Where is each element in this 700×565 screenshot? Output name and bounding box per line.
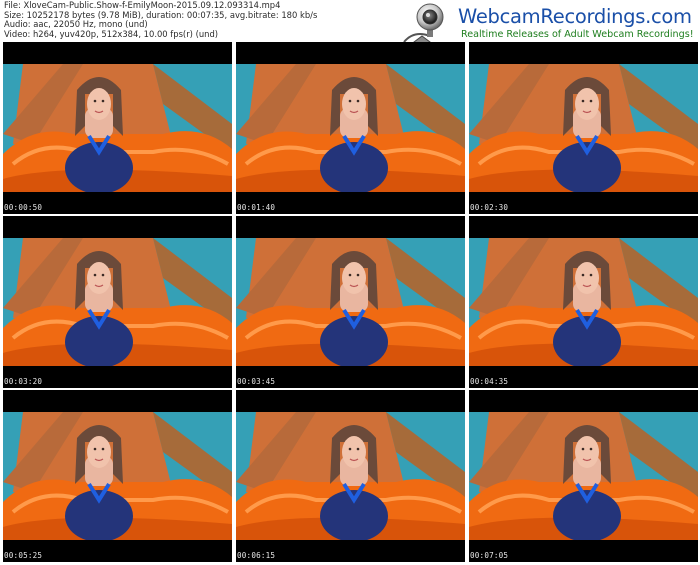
thumbnail[interactable]: 00:04:35 bbox=[469, 216, 698, 388]
timestamp: 00:03:45 bbox=[237, 377, 276, 386]
thumbnail-grid: 00:00:50 00:01:40 00:02:30 00:03:20 00:0… bbox=[3, 42, 698, 562]
video-frame bbox=[469, 64, 698, 192]
webcam-icon bbox=[403, 3, 444, 46]
thumbnail[interactable]: 00:00:50 bbox=[3, 42, 232, 214]
timestamp: 00:00:50 bbox=[4, 203, 43, 212]
video-frame bbox=[3, 412, 232, 540]
timestamp: 00:02:30 bbox=[470, 203, 509, 212]
logo-title: WebcamRecordings.com bbox=[458, 5, 692, 28]
file-info: File: XloveCam-Public.Show-f-EmilyMoon-2… bbox=[4, 0, 317, 39]
timestamp: 00:07:05 bbox=[470, 551, 509, 560]
thumbnail[interactable]: 00:02:30 bbox=[469, 42, 698, 214]
video-frame bbox=[236, 412, 465, 540]
video-frame bbox=[469, 238, 698, 366]
video-frame bbox=[3, 238, 232, 366]
timestamp: 00:04:35 bbox=[470, 377, 509, 386]
header: File: XloveCam-Public.Show-f-EmilyMoon-2… bbox=[0, 0, 700, 46]
thumbnail[interactable]: 00:07:05 bbox=[469, 390, 698, 562]
timestamp: 00:06:15 bbox=[237, 551, 276, 560]
site-logo: WebcamRecordings.com Realtime Releases o… bbox=[400, 2, 698, 46]
thumbnail[interactable]: 00:01:40 bbox=[236, 42, 465, 214]
thumbnail[interactable]: 00:06:15 bbox=[236, 390, 465, 562]
thumbnail[interactable]: 00:05:25 bbox=[3, 390, 232, 562]
timestamp: 00:03:20 bbox=[4, 377, 43, 386]
video-frame bbox=[236, 64, 465, 192]
video-frame bbox=[469, 412, 698, 540]
video-frame bbox=[236, 238, 465, 366]
video-info: Video: h264, yuv420p, 512x384, 10.00 fps… bbox=[4, 28, 219, 39]
timestamp: 00:05:25 bbox=[4, 551, 43, 560]
thumbnail[interactable]: 00:03:45 bbox=[236, 216, 465, 388]
video-frame bbox=[3, 64, 232, 192]
logo-subtitle: Realtime Releases of Adult Webcam Record… bbox=[461, 29, 694, 40]
thumbnail[interactable]: 00:03:20 bbox=[3, 216, 232, 388]
timestamp: 00:01:40 bbox=[237, 203, 276, 212]
